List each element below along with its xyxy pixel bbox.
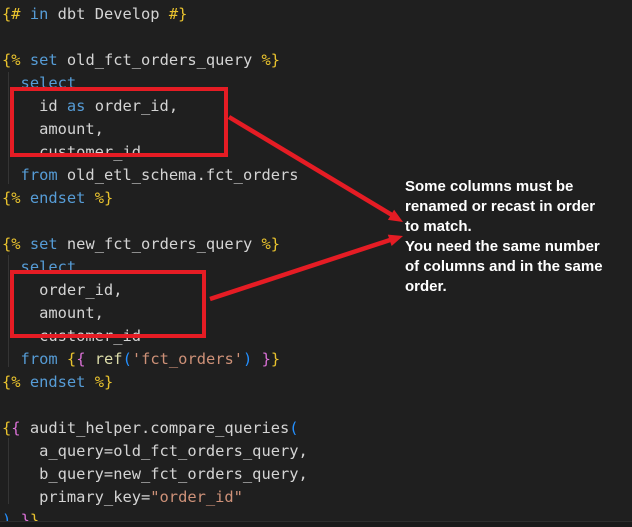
annotation-line: Some columns must be (405, 177, 603, 197)
code-line[interactable] (2, 210, 308, 233)
code-token: ref (95, 350, 123, 368)
code-token: 'fct_orders' (132, 350, 243, 368)
code-token: %} (262, 235, 281, 253)
window-bottom-edge (0, 521, 632, 527)
annotation-text: Some columns must berenamed or recast in… (405, 177, 603, 297)
code-token: a_query=old_fct_orders_query, (2, 442, 308, 460)
code-token: {# (2, 5, 21, 23)
code-token (58, 350, 67, 368)
code-line[interactable]: {% endset %} (2, 371, 308, 394)
code-token: {% (2, 373, 21, 391)
code-line[interactable]: {% set old_fct_orders_query %} (2, 49, 308, 72)
code-token (21, 51, 30, 69)
code-token: old_etl_schema.fct_orders (58, 166, 299, 184)
code-token: from (21, 350, 58, 368)
annotation-line: order. (405, 277, 603, 297)
code-token: endset (30, 373, 86, 391)
code-token (21, 373, 30, 391)
code-token: set (30, 235, 58, 253)
code-token (252, 350, 261, 368)
code-token (2, 166, 21, 184)
annotation-line: to match. (405, 217, 603, 237)
code-token (21, 235, 30, 253)
code-token: {% (2, 51, 21, 69)
code-line[interactable]: {% set new_fct_orders_query %} (2, 233, 308, 256)
code-line[interactable]: from old_etl_schema.fct_orders (2, 164, 308, 187)
annotation-line: renamed or recast in order (405, 197, 603, 217)
code-token (21, 189, 30, 207)
code-token: from (21, 166, 58, 184)
code-editor-window: {# in dbt Develop #} {% set old_fct_orde… (0, 0, 632, 527)
code-token (85, 189, 94, 207)
code-token: ) (243, 350, 252, 368)
code-token: audit_helper.compare_queries (21, 419, 290, 437)
code-token: { (2, 419, 11, 437)
code-line[interactable]: primary_key="order_id" (2, 486, 308, 509)
code-line[interactable] (2, 26, 308, 49)
code-line[interactable]: {# in dbt Develop #} (2, 3, 308, 26)
code-line[interactable]: a_query=old_fct_orders_query, (2, 440, 308, 463)
code-token: in (30, 5, 49, 23)
code-line[interactable]: {{ audit_helper.compare_queries( (2, 417, 308, 440)
code-token: %} (95, 373, 114, 391)
annotation-line: You need the same number (405, 237, 603, 257)
code-token: dbt Develop (48, 5, 168, 23)
code-token: } (262, 350, 271, 368)
code-line[interactable] (2, 394, 308, 417)
code-token (85, 350, 94, 368)
code-line[interactable]: b_query=new_fct_orders_query, (2, 463, 308, 486)
code-token: { (11, 419, 20, 437)
code-line[interactable]: {% endset %} (2, 187, 308, 210)
code-token: {% (2, 189, 21, 207)
code-token: %} (262, 51, 281, 69)
annotation-line: of columns and in the same (405, 257, 603, 277)
code-token: {% (2, 235, 21, 253)
code-token: old_fct_orders_query (58, 51, 262, 69)
code-token (2, 350, 21, 368)
code-line[interactable]: from {{ ref('fct_orders') }} (2, 348, 308, 371)
code-token: ( (289, 419, 298, 437)
code-token: #} (169, 5, 188, 23)
code-token: ( (123, 350, 132, 368)
highlight-box-new-columns (10, 270, 206, 338)
code-token (21, 5, 30, 23)
code-area[interactable]: {# in dbt Develop #} {% set old_fct_orde… (2, 3, 308, 527)
code-token (85, 373, 94, 391)
code-token: set (30, 51, 58, 69)
code-token: } (271, 350, 280, 368)
code-token: endset (30, 189, 86, 207)
arrow-head-top (388, 210, 403, 222)
code-token: "order_id" (150, 488, 243, 506)
code-token: { (67, 350, 76, 368)
code-token: new_fct_orders_query (58, 235, 262, 253)
arrow-head-bottom (388, 235, 403, 246)
code-token: b_query=new_fct_orders_query, (2, 465, 308, 483)
highlight-box-old-columns (10, 87, 228, 157)
code-token: primary_key= (2, 488, 150, 506)
code-token: %} (95, 189, 114, 207)
